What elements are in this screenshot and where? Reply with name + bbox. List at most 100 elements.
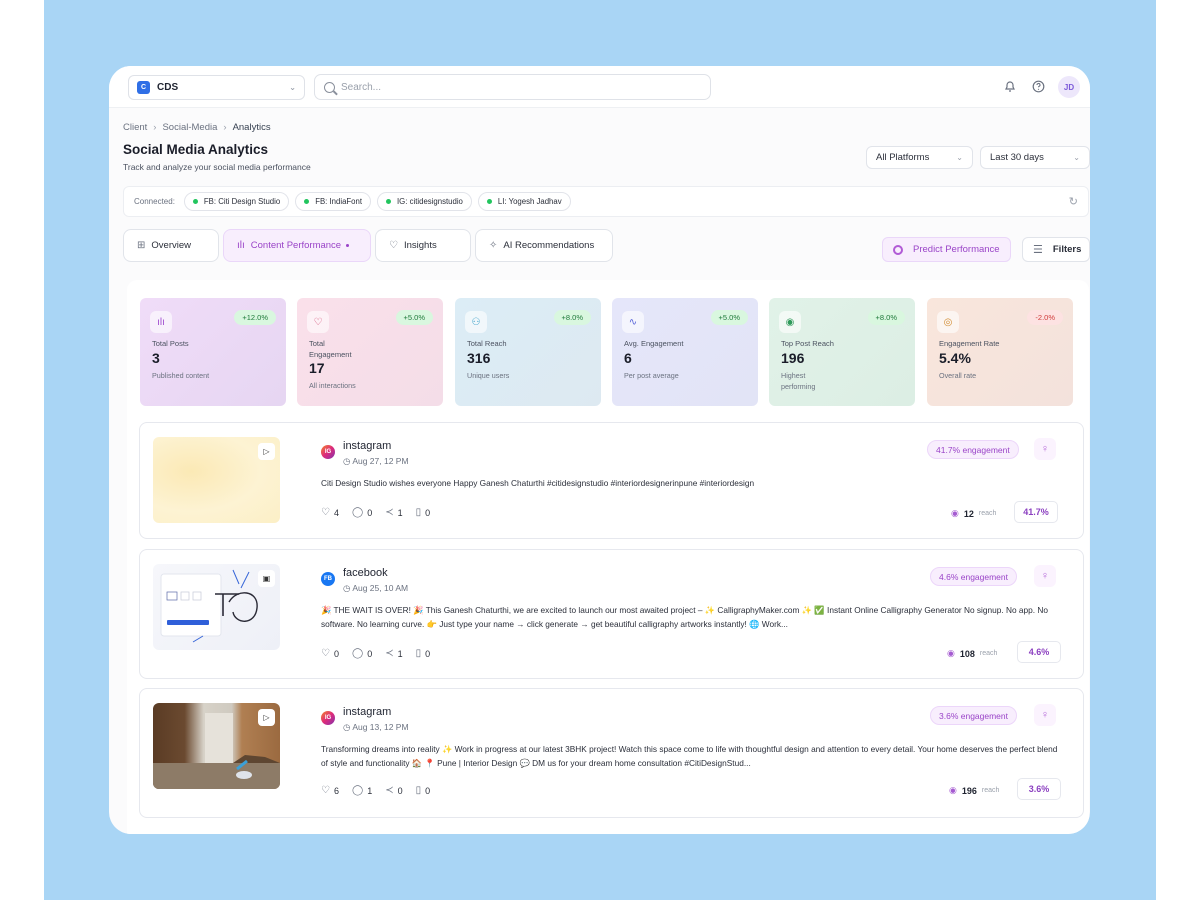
reach-label: reach — [978, 510, 997, 517]
tab-content-performance[interactable]: ılı Content Performance — [223, 229, 371, 262]
clock-icon: ◷ — [343, 722, 353, 732]
stat-label: Avg. Engagement — [624, 339, 684, 348]
account-chip[interactable]: FB: IndiaFont — [295, 192, 372, 211]
stat-label: Engagement Rate — [939, 339, 1000, 348]
lightbulb-icon[interactable]: ♀ — [1034, 438, 1056, 460]
avatar[interactable]: JD — [1058, 76, 1080, 98]
post-thumbnail[interactable]: ▣ — [153, 564, 280, 650]
search-input[interactable]: Search... — [314, 74, 711, 100]
post-card[interactable]: ▣ FB facebook ◷ Aug 25, 10 AM 🎉 THE WAIT… — [139, 549, 1084, 679]
date-range-select[interactable]: Last 30 days ⌄ — [980, 146, 1090, 169]
tab-overview[interactable]: ⊞ Overview — [123, 229, 219, 262]
activity-icon: ∿ — [622, 311, 644, 333]
likes-metric: ♡ 4 — [321, 507, 339, 518]
change-badge: +8.0% — [553, 310, 591, 325]
post-thumbnail[interactable]: ▷ — [153, 703, 280, 789]
video-play-icon: ▷ — [258, 443, 275, 460]
post-date: ◷ Aug 13, 12 PM — [343, 722, 409, 733]
bar-chart-icon: ılı — [237, 240, 245, 251]
account-chip-label: FB: Citi Design Studio — [203, 197, 281, 206]
eye-icon: ◉ — [951, 508, 959, 518]
stat-description: Overall rate — [939, 371, 977, 380]
filters-button[interactable]: ☰ Filters — [1022, 237, 1090, 262]
refresh-icon[interactable]: ↻ — [1069, 195, 1078, 208]
post-metrics: ♡ 4 ◯ 0 ≺ 1 ▯ 0 — [321, 507, 443, 518]
breadcrumb-current: Analytics — [232, 122, 271, 133]
change-badge: +8.0% — [867, 310, 905, 325]
heart-icon: ♡ — [321, 507, 330, 518]
instagram-icon: IG — [321, 445, 335, 459]
lightbulb-icon[interactable]: ♀ — [1034, 704, 1056, 726]
top-bar: C CDS ⌄ Search... JD — [109, 66, 1090, 108]
post-card[interactable]: ▷ IG instagram ◷ Aug 27, 12 PM Citi Desi… — [139, 422, 1084, 539]
reach-stat: ◉ 12 reach — [951, 508, 996, 519]
workspace-logo: C — [137, 81, 150, 94]
stat-value: 6 — [624, 350, 632, 366]
filter-icon: ☰ — [1033, 244, 1043, 256]
filters-label: Filters — [1052, 244, 1082, 255]
platform-name: instagram — [343, 440, 392, 452]
post-date: ◷ Aug 27, 12 PM — [343, 456, 409, 467]
comments-metric: ◯ 1 — [352, 785, 372, 796]
active-dot — [346, 244, 350, 247]
help-icon[interactable] — [1029, 77, 1047, 95]
account-chip[interactable]: LI: Yogesh Jadhav — [477, 192, 571, 211]
target-icon — [893, 244, 903, 255]
post-card[interactable]: ▷ IG instagram ◷ Aug 13, 12 PM Transform… — [139, 688, 1084, 818]
likes-metric: ♡ 6 — [321, 785, 339, 796]
breadcrumb-item[interactable]: Client — [123, 122, 147, 133]
stat-value: 17 — [309, 360, 325, 376]
stat-value: 5.4% — [939, 350, 971, 366]
status-dot — [386, 199, 392, 204]
reach-value: 108 — [959, 648, 975, 659]
facebook-icon: FB — [321, 572, 335, 586]
stat-label: Total Engagement — [309, 339, 352, 359]
bell-icon[interactable] — [1001, 77, 1019, 95]
reach-label: reach — [981, 787, 1000, 794]
bookmark-icon: ▯ — [415, 785, 422, 796]
post-text: 🎉 THE WAIT IS OVER! 🎉 This Ganesh Chatur… — [321, 605, 1048, 629]
workspace-select[interactable]: C CDS ⌄ — [128, 75, 305, 100]
shares-metric: ≺ 0 — [385, 785, 402, 796]
breadcrumb-item[interactable]: Social-Media — [162, 122, 217, 133]
bar-chart-icon: ılı — [150, 311, 172, 333]
stat-description: Highest performing — [781, 371, 816, 391]
post-text: Citi Design Studio wishes everyone Happy… — [321, 478, 755, 488]
tab-ai-recommendations[interactable]: ✧ AI Recommendations — [475, 229, 613, 262]
chevron-down-icon: ⌄ — [289, 83, 296, 92]
saves-metric: ▯ 0 — [416, 785, 431, 796]
saves-metric: ▯ 0 — [416, 507, 431, 518]
date-range-value: Last 30 days — [990, 152, 1044, 163]
stat-value: 196 — [781, 350, 805, 366]
lightbulb-icon[interactable]: ♀ — [1034, 565, 1056, 587]
chevron-down-icon: ⌄ — [1073, 153, 1080, 162]
post-date-text: Aug 13, 12 PM — [352, 722, 409, 732]
tab-label: Content Performance — [250, 240, 342, 251]
post-metrics: ♡ 6 ◯ 1 ≺ 0 ▯ 0 — [321, 785, 443, 796]
heart-icon: ♡ — [307, 311, 329, 333]
status-dot — [192, 199, 198, 204]
shares-count: 1 — [397, 648, 403, 659]
engagement-badge: 4.6% engagement — [930, 567, 1017, 586]
stat-label: Top Post Reach — [781, 339, 834, 348]
page-subtitle: Track and analyze your social media perf… — [123, 162, 311, 172]
platform-select[interactable]: All Platforms ⌄ — [866, 146, 973, 169]
post-thumbnail[interactable]: ▷ — [153, 437, 280, 523]
tab-insights[interactable]: ♡ Insights — [375, 229, 471, 262]
predict-label: Predict Performance — [913, 244, 1000, 255]
post-date: ◷ Aug 25, 10 AM — [343, 583, 408, 594]
post-date-text: Aug 25, 10 AM — [352, 583, 409, 593]
stat-description: All interactions — [309, 381, 356, 390]
page-title: Social Media Analytics — [123, 142, 269, 157]
account-chip[interactable]: FB: Citi Design Studio — [183, 192, 290, 211]
stat-card-engagement-rate: ◎ -2.0% Engagement Rate 5.4% Overall rat… — [927, 298, 1073, 406]
share-icon: ≺ — [385, 507, 394, 518]
lightbulb-icon: ♡ — [389, 240, 398, 251]
account-chip-label: IG: citidesignstudio — [397, 197, 463, 206]
account-chip-label: FB: IndiaFont — [315, 197, 363, 206]
predict-performance-button[interactable]: Predict Performance — [882, 237, 1011, 262]
comment-icon: ◯ — [351, 785, 364, 796]
heart-icon: ♡ — [321, 785, 330, 796]
platform-name: instagram — [343, 706, 392, 718]
account-chip[interactable]: IG: citidesignstudio — [377, 192, 472, 211]
